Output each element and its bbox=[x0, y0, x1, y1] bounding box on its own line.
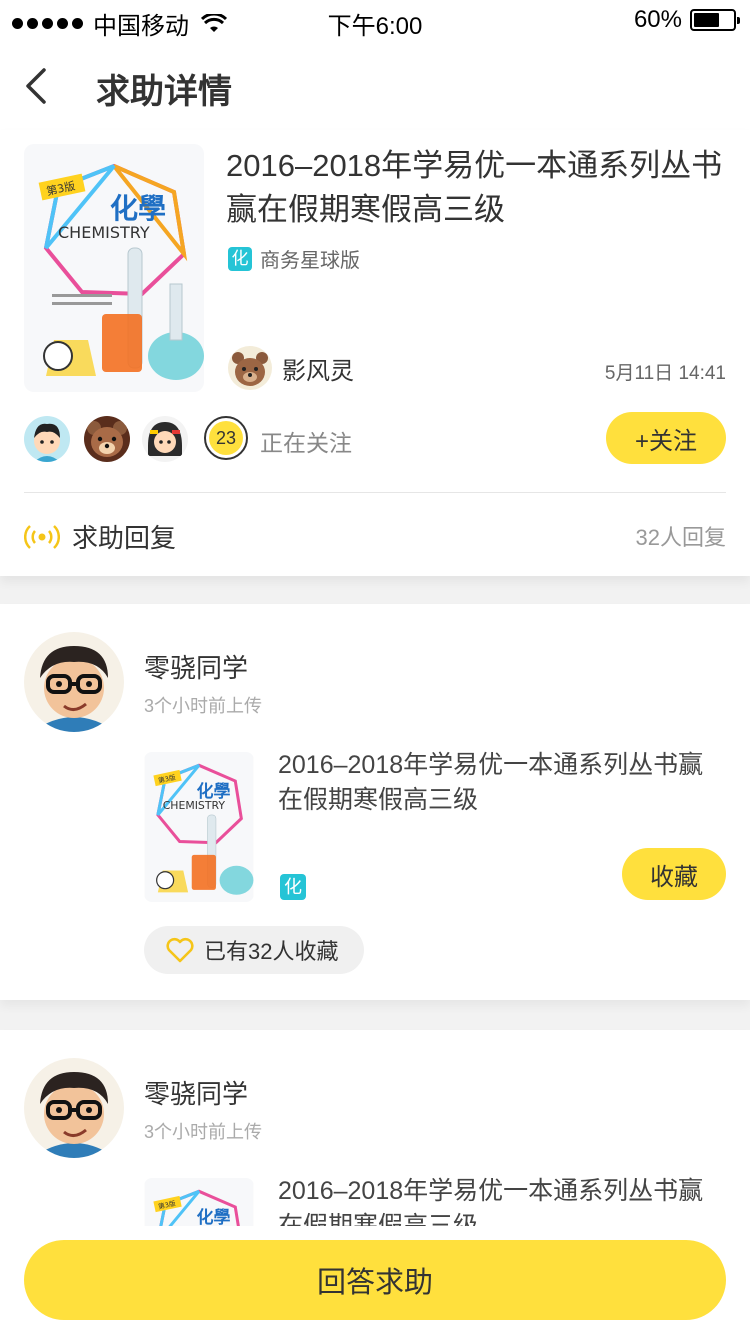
subject-row: 化 商务星球版 bbox=[228, 244, 360, 273]
follower-avatar[interactable] bbox=[142, 416, 188, 462]
upload-time: 3个小时前上传 bbox=[144, 696, 263, 716]
battery-info: 60% bbox=[633, 6, 740, 34]
user-name: 零骁同学 bbox=[144, 653, 249, 683]
page-title: 求助详情 bbox=[96, 73, 232, 111]
cover-title-cn: 化學 bbox=[197, 1207, 231, 1227]
collect-count: 已有32人收藏 bbox=[204, 939, 339, 964]
battery-percent: 60% bbox=[633, 6, 682, 33]
bottom-bar: 回答求助 bbox=[0, 1226, 750, 1334]
edition-label: 商务星球版 bbox=[260, 250, 360, 272]
broadcast-icon bbox=[24, 525, 60, 549]
battery-icon bbox=[690, 9, 740, 31]
cover-title-cn: 化學 bbox=[197, 781, 231, 801]
follower-avatar[interactable] bbox=[84, 416, 130, 462]
status-bar: 中国移动 下午6:00 60% bbox=[0, 0, 750, 40]
book-cover[interactable]: 第3版 化學 CHEMISTRY bbox=[24, 144, 204, 392]
cover-title-en: CHEMISTRY bbox=[163, 799, 226, 812]
reply-title: 求助回复 bbox=[72, 523, 177, 553]
reply-header: 求助回复 32人回复 bbox=[24, 516, 726, 556]
answer-book-title[interactable]: 2016–2018年学易优一本通系列丛书赢在假期寒假高三级 bbox=[278, 748, 728, 818]
answer-card: 零骁同学 3个小时前上传 第3版 化學 CHEMISTRY 2016–2018年… bbox=[0, 604, 750, 1000]
heart-icon bbox=[166, 937, 194, 963]
follower-count-value: 23 bbox=[209, 421, 243, 455]
author-name: 影风灵 bbox=[282, 357, 354, 385]
answer-request-button[interactable]: 回答求助 bbox=[24, 1240, 726, 1320]
nav-bar: 求助详情 bbox=[0, 40, 750, 130]
request-detail-card: 第3版 化學 CHEMISTRY 2016–2018年学易优一本通系列丛书赢在假… bbox=[0, 130, 750, 576]
user-avatar[interactable] bbox=[24, 1058, 124, 1158]
book-cover[interactable]: 第3版 化學 CHEMISTRY bbox=[144, 752, 254, 902]
following-label: 正在关注 bbox=[260, 430, 352, 456]
follower-count[interactable]: 23 bbox=[204, 416, 248, 460]
user-name: 零骁同学 bbox=[144, 1079, 249, 1109]
collect-count-pill[interactable]: 已有32人收藏 bbox=[144, 926, 365, 974]
cover-title-cn: 化學 bbox=[110, 192, 166, 225]
author-row[interactable]: 影风灵 bbox=[228, 346, 354, 390]
collect-button[interactable]: 收藏 bbox=[622, 848, 726, 900]
book-title: 2016–2018年学易优一本通系列丛书赢在假期寒假高三级 bbox=[226, 148, 723, 227]
post-time: 5月11日 14:41 bbox=[604, 363, 726, 384]
bear-avatar[interactable] bbox=[228, 346, 272, 390]
reply-count: 32人回复 bbox=[635, 525, 726, 550]
cover-title-en: CHEMISTRY bbox=[58, 223, 150, 242]
subject-badge: 化 bbox=[280, 874, 306, 900]
subject-badge: 化 bbox=[228, 246, 252, 271]
upload-time: 3个小时前上传 bbox=[144, 1122, 263, 1142]
divider bbox=[24, 492, 726, 493]
user-avatar[interactable] bbox=[24, 632, 124, 732]
follower-avatar[interactable] bbox=[24, 416, 70, 462]
chevron-left-icon[interactable] bbox=[18, 64, 58, 108]
followers-row: 23 正在关注 +关注 bbox=[24, 412, 726, 464]
follow-button[interactable]: +关注 bbox=[606, 412, 726, 464]
